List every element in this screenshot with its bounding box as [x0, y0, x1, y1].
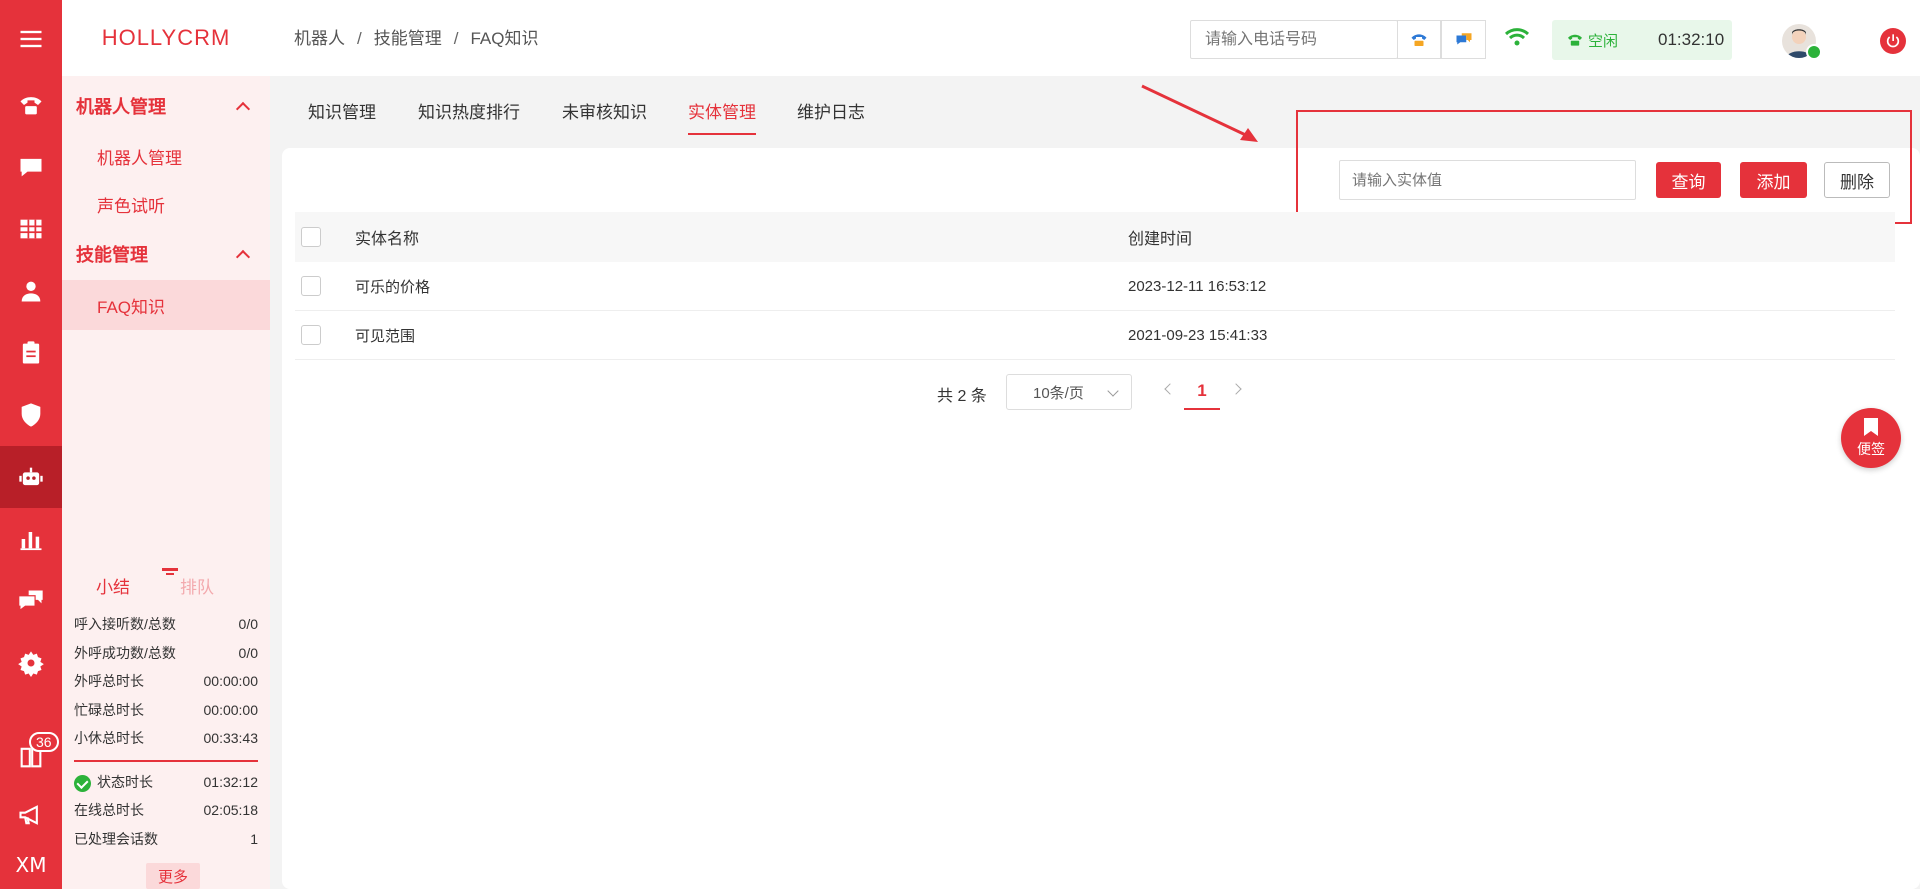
stat-row: 外呼总时长 00:00:00	[74, 673, 258, 690]
annotation-arrow	[1141, 84, 1258, 142]
annotation-highlight-box	[1296, 110, 1912, 224]
table-header: 实体名称 创建时间	[295, 212, 1895, 262]
stat-row: 小休总时长 00:33:43	[74, 730, 258, 747]
page-size-select[interactable]: 10条/页	[1006, 374, 1132, 410]
sidebar-item-faq[interactable]: FAQ知识	[62, 280, 270, 330]
chevron-down-icon	[1107, 385, 1119, 397]
next-page-icon[interactable]	[1230, 383, 1242, 395]
grid-icon[interactable]	[0, 198, 62, 260]
notification-badge: 36	[29, 732, 59, 752]
power-icon[interactable]	[1880, 28, 1906, 54]
megaphone-icon[interactable]	[0, 784, 62, 846]
book-icon[interactable]: 36	[0, 726, 62, 788]
stat-row: 外呼成功数/总数 0/0	[74, 644, 258, 661]
phone-status-icon	[1568, 34, 1582, 46]
breadcrumb: 机器人 / 技能管理 / FAQ知识	[294, 29, 539, 48]
online-status-icon	[1806, 44, 1822, 60]
menu-group-skill[interactable]: 技能管理	[62, 228, 270, 280]
select-all-checkbox[interactable]	[301, 227, 321, 247]
column-header: 创建时间	[1128, 231, 1193, 248]
created-time: 2021-09-23 15:41:33	[1128, 326, 1268, 344]
check-circle-icon	[74, 774, 91, 792]
table-row[interactable]: 可乐的价格 2023-12-11 16:53:12	[295, 262, 1895, 311]
phone-dial-icon	[1411, 33, 1427, 46]
chevron-up-icon	[235, 249, 251, 265]
agent-status[interactable]: 空闲 01:32:10	[1552, 20, 1732, 60]
entity-name: 可乐的价格	[355, 278, 431, 296]
stat-row: 已处理会话数 1	[74, 830, 258, 847]
tab-maintenance-log[interactable]: 维护日志	[797, 98, 865, 133]
breadcrumb-item[interactable]: 技能管理	[374, 29, 442, 48]
tab-knowledge-management[interactable]: 知识管理	[308, 98, 376, 133]
status-text: 空闲	[1588, 32, 1619, 50]
sidebar-item-voice-audition[interactable]: 声色试听	[62, 180, 270, 228]
status-timer: 01:32:10	[1658, 30, 1725, 49]
tab-indicator	[162, 568, 178, 571]
user-icon[interactable]	[0, 260, 62, 322]
top-header: 机器人/技能管理/FAQ知识 空闲 01:32:10	[270, 0, 1920, 76]
phone-search-box	[1190, 20, 1398, 59]
icon-rail: 36 XM	[0, 0, 62, 889]
divider	[74, 759, 258, 762]
pagination: 共 2 条 10条/页 1	[0, 374, 1920, 410]
message-button[interactable]	[1441, 20, 1486, 59]
stat-row: 忙碌总时长 00:00:00	[74, 701, 258, 718]
table-row[interactable]: 可见范围 2021-09-23 15:41:33	[295, 311, 1895, 360]
bar-chart-icon[interactable]	[0, 508, 62, 570]
robot-icon[interactable]	[0, 446, 62, 508]
sticky-note-button[interactable]: 便签	[1841, 408, 1901, 468]
row-checkbox[interactable]	[301, 325, 321, 345]
row-checkbox[interactable]	[301, 276, 321, 296]
more-button[interactable]: 更多	[146, 863, 200, 889]
stat-row: 状态时长 01:32:12	[62, 768, 270, 797]
tab-entity-management[interactable]: 实体管理	[688, 98, 756, 135]
stat-row: 在线总时长 02:05:18	[74, 802, 258, 819]
tab-indicator	[166, 573, 174, 575]
breadcrumb-item[interactable]: 机器人	[294, 29, 345, 48]
column-header: 实体名称	[355, 231, 420, 248]
breadcrumb-item: FAQ知识	[470, 29, 539, 48]
menu-toggle-icon[interactable]	[0, 8, 62, 70]
xm-label: XM	[15, 853, 47, 877]
chevron-up-icon	[235, 101, 251, 117]
brand-logo: HOLLYCRM	[62, 0, 270, 76]
wifi-icon	[1504, 26, 1530, 53]
tab-queue[interactable]: 排队	[180, 573, 214, 598]
stat-row: 呼入接听数/总数 0/0	[74, 616, 258, 633]
gear-icon[interactable]	[0, 632, 62, 694]
sidebar: HOLLYCRM 机器人管理 机器人管理 声色试听 技能管理 FAQ知识 小结 …	[62, 0, 270, 889]
total-count: 共 2 条	[937, 388, 987, 405]
tab-knowledge-ranking[interactable]: 知识热度排行	[418, 98, 520, 133]
phone-icon[interactable]	[0, 74, 62, 136]
chat-icon[interactable]	[0, 136, 62, 198]
sidebar-item-robot-management[interactable]: 机器人管理	[62, 132, 270, 180]
dial-button[interactable]	[1397, 20, 1441, 59]
tab-unreviewed-knowledge[interactable]: 未审核知识	[562, 98, 647, 133]
bookmark-icon	[1864, 418, 1878, 436]
messages-icon[interactable]	[0, 570, 62, 632]
tab-summary[interactable]: 小结	[96, 573, 130, 598]
chat-bubble-icon	[1456, 32, 1471, 44]
menu-group-robot[interactable]: 机器人管理	[62, 80, 270, 132]
page-number[interactable]: 1	[1184, 374, 1220, 410]
entity-name: 可见范围	[355, 327, 416, 345]
summary-panel: 小结 排队 呼入接听数/总数 0/0 外呼成功数/总数 0/0 外呼总时长 00:00…	[62, 560, 270, 853]
prev-page-icon[interactable]	[1164, 383, 1176, 395]
phone-input[interactable]	[1191, 21, 1389, 58]
created-time: 2023-12-11 16:53:12	[1128, 277, 1267, 295]
entity-table: 实体名称 创建时间 可乐的价格 2023-12-11 16:53:12 可见范围…	[295, 212, 1895, 360]
